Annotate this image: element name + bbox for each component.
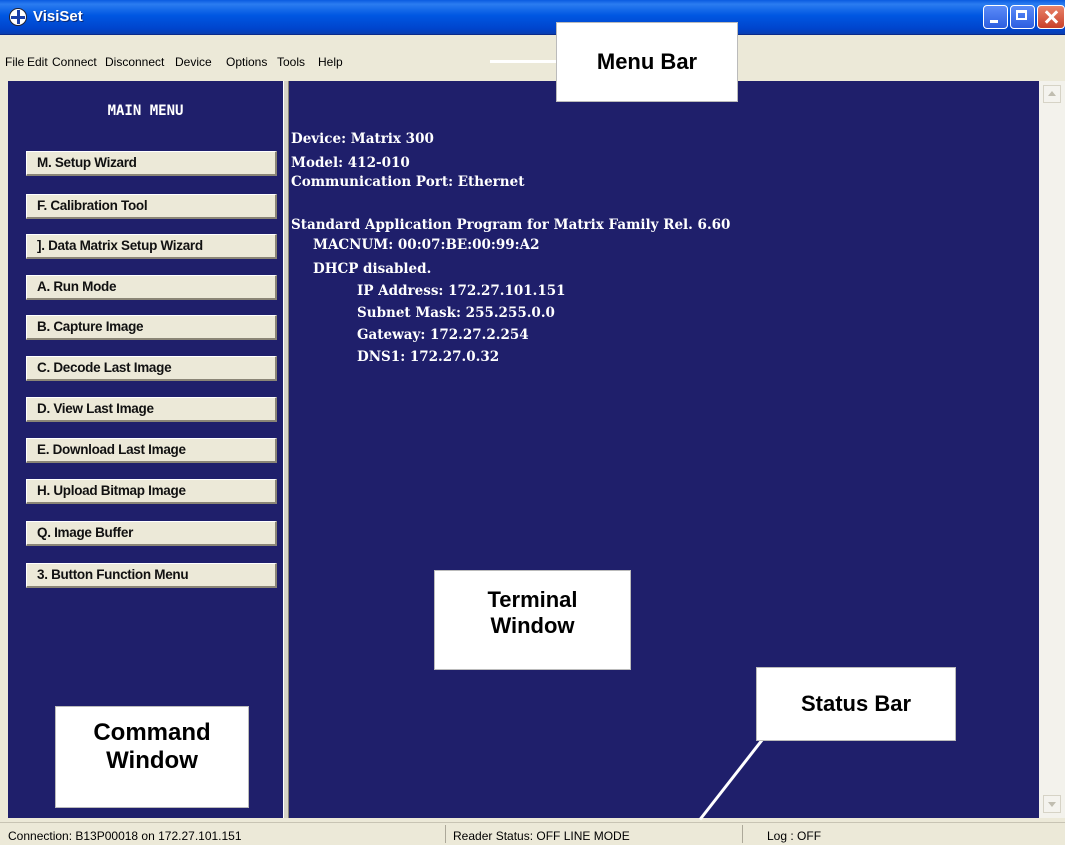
callout-line: Terminal xyxy=(487,587,578,612)
button-function-menu-button[interactable]: 3. Button Function Menu xyxy=(26,563,277,588)
terminal-line: Model: 412-010 xyxy=(291,155,410,171)
close-icon[interactable] xyxy=(1037,5,1065,29)
upload-bitmap-image-button[interactable]: H. Upload Bitmap Image xyxy=(26,479,277,504)
scroll-down-icon[interactable] xyxy=(1043,795,1061,813)
connection-status: Connection: B13P00018 on 172.27.101.151 xyxy=(8,829,242,843)
terminal-line: Communication Port: Ethernet xyxy=(291,174,525,190)
command-window-callout: Command Window xyxy=(55,706,249,808)
setup-wizard-button[interactable]: M. Setup Wizard xyxy=(26,151,277,176)
decode-last-image-button[interactable]: C. Decode Last Image xyxy=(26,356,277,381)
terminal-line: Standard Application Program for Matrix … xyxy=(291,217,731,233)
status-bar-callout: Status Bar xyxy=(756,667,956,741)
menu-bar: File Edit Connect Disconnect Device Opti… xyxy=(0,48,1065,70)
minimize-icon[interactable] xyxy=(983,5,1008,29)
terminal-line: Subnet Mask: 255.255.0.0 xyxy=(357,305,555,321)
menu-disconnect[interactable]: Disconnect xyxy=(105,55,164,69)
terminal-line: Gateway: 172.27.2.254 xyxy=(357,327,529,343)
view-last-image-button[interactable]: D. View Last Image xyxy=(26,397,277,422)
menu-file[interactable]: File xyxy=(5,55,24,69)
data-matrix-setup-wizard-button[interactable]: ]. Data Matrix Setup Wizard xyxy=(26,234,277,259)
image-buffer-button[interactable]: Q. Image Buffer xyxy=(26,521,277,546)
status-bar: Connection: B13P00018 on 172.27.101.151 … xyxy=(0,822,1065,845)
callout-line: Command xyxy=(93,719,211,746)
terminal-line: DNS1: 172.27.0.32 xyxy=(357,349,500,365)
terminal-window-callout: Terminal Window xyxy=(434,570,631,670)
log-status: Log : OFF xyxy=(767,829,822,843)
run-mode-button[interactable]: A. Run Mode xyxy=(26,275,277,300)
callout-line: Window xyxy=(106,747,198,774)
calibration-tool-button[interactable]: F. Calibration Tool xyxy=(26,194,277,219)
menu-device[interactable]: Device xyxy=(175,55,212,69)
callout-line: Window xyxy=(490,613,575,638)
scroll-up-icon[interactable] xyxy=(1043,85,1061,103)
terminal-scrollbar[interactable] xyxy=(1039,81,1065,818)
app-icon xyxy=(9,8,27,26)
capture-image-button[interactable]: B. Capture Image xyxy=(26,315,277,340)
menu-tools[interactable]: Tools xyxy=(277,55,305,69)
menu-bar-callout: Menu Bar xyxy=(556,22,738,102)
status-divider xyxy=(445,825,446,843)
menu-help[interactable]: Help xyxy=(318,55,343,69)
status-divider xyxy=(742,825,743,843)
terminal-line: MACNUM: 00:07:BE:00:99:A2 xyxy=(313,237,540,253)
terminal-line: DHCP disabled. xyxy=(313,261,432,277)
menu-edit[interactable]: Edit xyxy=(27,55,48,69)
menu-options[interactable]: Options xyxy=(226,55,267,69)
window-title: VisiSet xyxy=(33,8,83,25)
main-menu-title: MAIN MENU xyxy=(107,103,184,119)
terminal-line: IP Address: 172.27.101.151 xyxy=(357,283,566,299)
maximize-icon[interactable] xyxy=(1010,5,1035,29)
terminal-line: Device: Matrix 300 xyxy=(291,131,434,147)
menu-connect[interactable]: Connect xyxy=(52,55,97,69)
reader-status: Reader Status: OFF LINE MODE xyxy=(453,829,630,843)
title-bar: VisiSet xyxy=(0,0,1065,35)
download-last-image-button[interactable]: E. Download Last Image xyxy=(26,438,277,463)
